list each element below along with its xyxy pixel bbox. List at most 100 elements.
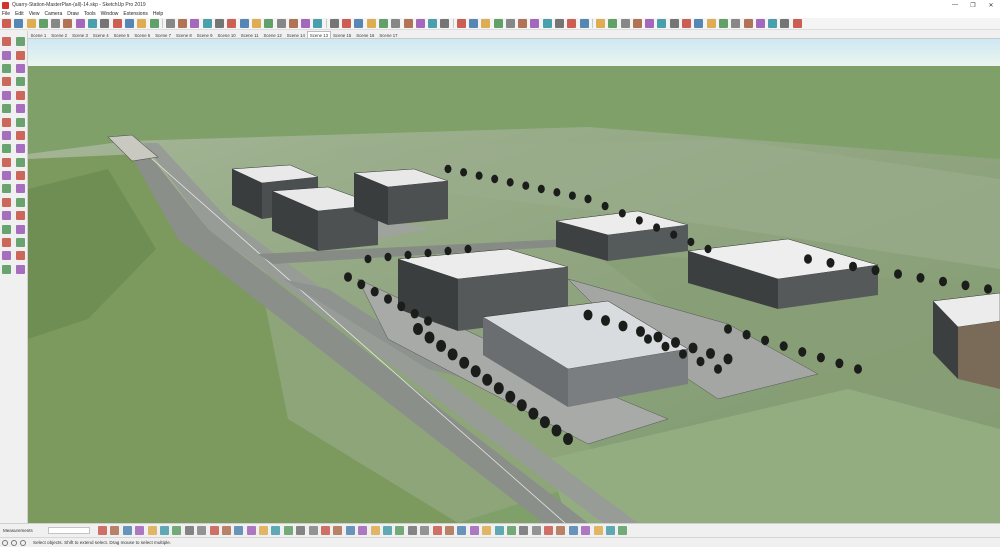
dimension-icon[interactable]	[15, 171, 25, 181]
wireframe-icon[interactable]	[354, 19, 364, 28]
arc-icon[interactable]	[2, 104, 12, 114]
move-icon[interactable]	[2, 144, 12, 154]
make-component-icon[interactable]	[15, 37, 25, 47]
menu-edit[interactable]: Edit	[15, 11, 24, 17]
previous-view-icon[interactable]	[276, 19, 286, 28]
model-scene[interactable]	[28, 39, 1000, 523]
profiles-icon[interactable]	[345, 526, 355, 535]
2-point-arc-icon[interactable]	[15, 117, 25, 127]
drape-icon[interactable]	[432, 526, 442, 535]
scene-tab[interactable]: Scene 5	[111, 31, 132, 38]
scale-icon[interactable]	[149, 19, 159, 28]
right-view-icon[interactable]	[415, 19, 425, 28]
office-building-3[interactable]	[353, 168, 449, 225]
menu-view[interactable]: View	[29, 11, 40, 17]
measurements-input[interactable]	[48, 527, 90, 534]
eraser-icon[interactable]	[15, 50, 25, 60]
scene-tab[interactable]: Scene 10	[215, 31, 238, 38]
zoom-extents-icon[interactable]	[264, 19, 274, 28]
scene-tab[interactable]: Scene 16	[354, 31, 377, 38]
fog-icon[interactable]	[555, 19, 565, 28]
protractor-icon[interactable]	[2, 184, 12, 194]
eraser-icon[interactable]	[38, 19, 48, 28]
depth-cue-icon[interactable]	[358, 526, 368, 535]
rotate-icon[interactable]	[137, 19, 147, 28]
preview-icon[interactable]	[618, 526, 628, 535]
rotate-icon[interactable]	[2, 157, 12, 167]
front-view-icon[interactable]	[403, 19, 413, 28]
close-button[interactable]: ✕	[982, 0, 1000, 10]
x-ray-icon[interactable]	[366, 19, 376, 28]
walk-icon[interactable]	[301, 19, 311, 28]
section-plane-icon[interactable]	[329, 19, 339, 28]
outer-shell-icon[interactable]	[519, 526, 529, 535]
extensions-icon[interactable]	[370, 526, 380, 535]
components-icon[interactable]	[669, 19, 679, 28]
3d-text-icon[interactable]	[15, 197, 25, 207]
scene-tab[interactable]: Scene 11	[238, 31, 261, 38]
split-icon[interactable]	[531, 526, 541, 535]
push-pull-icon[interactable]	[2, 130, 12, 140]
scene-tab[interactable]: Scene 1	[28, 31, 49, 38]
shaded-icon[interactable]	[184, 526, 194, 535]
menu-tools[interactable]: Tools	[84, 11, 96, 17]
layers-icon[interactable]	[608, 19, 618, 28]
add-location-icon[interactable]	[718, 19, 728, 28]
section-cut-icon[interactable]	[246, 526, 256, 535]
credits-icon[interactable]	[11, 539, 17, 546]
scene-tab[interactable]: Scene 12	[261, 31, 284, 38]
line-icon[interactable]	[63, 19, 73, 28]
scene-tab[interactable]: Scene 7	[153, 31, 174, 38]
edge-style-icon[interactable]	[333, 526, 343, 535]
section-fill-icon[interactable]	[259, 526, 269, 535]
axes-icon[interactable]	[2, 197, 12, 207]
back-edges-icon[interactable]	[221, 526, 231, 535]
fog-icon[interactable]	[321, 526, 331, 535]
shadows-icon[interactable]	[308, 526, 318, 535]
move-icon[interactable]	[124, 19, 134, 28]
tape-measure-icon[interactable]	[165, 19, 175, 28]
style-icon[interactable]	[567, 19, 577, 28]
flip-edge-icon[interactable]	[457, 526, 467, 535]
scene-tab[interactable]: Scene 8	[173, 31, 194, 38]
instructor-icon[interactable]	[632, 19, 642, 28]
display-section-icon[interactable]	[271, 526, 281, 535]
geo-location-icon[interactable]	[493, 19, 503, 28]
top-view-icon[interactable]	[110, 526, 120, 535]
tape-measure-icon[interactable]	[2, 171, 12, 181]
guides-icon[interactable]	[296, 526, 306, 535]
photo-match-icon[interactable]	[579, 19, 589, 28]
offset-icon[interactable]	[15, 144, 25, 154]
circle-icon[interactable]	[75, 19, 85, 28]
text-icon[interactable]	[178, 19, 188, 28]
zoom-window-icon[interactable]	[15, 224, 25, 234]
pan-icon[interactable]	[239, 19, 249, 28]
sandbox-icon[interactable]	[505, 19, 515, 28]
menu-window[interactable]: Window	[101, 11, 119, 17]
scenes-icon[interactable]	[620, 19, 630, 28]
move-view-icon[interactable]	[98, 526, 107, 535]
rectangle-icon[interactable]	[2, 77, 12, 87]
maximize-button[interactable]: ❐	[964, 0, 982, 10]
materials-icon[interactable]	[657, 19, 667, 28]
offset-icon[interactable]	[112, 19, 122, 28]
top-view-icon[interactable]	[391, 19, 401, 28]
section-plane-icon[interactable]	[2, 264, 12, 274]
outliner-icon[interactable]	[595, 19, 605, 28]
preview-model-icon[interactable]	[743, 19, 753, 28]
shaded-texture-icon[interactable]	[197, 526, 207, 535]
scale-icon[interactable]	[15, 157, 25, 167]
paint-bucket-icon[interactable]	[26, 19, 36, 28]
arc-icon[interactable]	[88, 19, 98, 28]
menu-help[interactable]: Help	[153, 11, 163, 17]
component-options-icon[interactable]	[556, 526, 566, 535]
axes-icon[interactable]	[190, 19, 200, 28]
orbit-icon[interactable]	[227, 19, 237, 28]
styles-icon[interactable]	[682, 19, 692, 28]
solid-tools-icon[interactable]	[530, 19, 540, 28]
dimension-icon[interactable]	[202, 19, 212, 28]
polygon-icon[interactable]	[15, 90, 25, 100]
circle-icon[interactable]	[2, 90, 12, 100]
walk-icon[interactable]	[2, 251, 12, 261]
solid-trim-icon[interactable]	[494, 526, 504, 535]
